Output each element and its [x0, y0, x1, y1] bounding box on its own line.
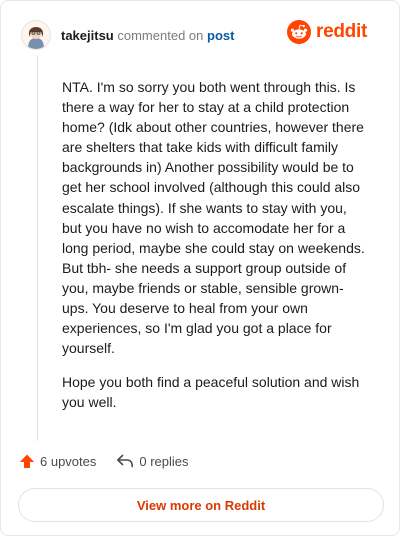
replies-count: 0 replies	[139, 453, 189, 469]
replies-button[interactable]: 0 replies	[116, 453, 189, 469]
comment-paragraph: NTA. I'm so sorry you both went through …	[62, 79, 365, 357]
upvote-button[interactable]: 6 upvotes	[19, 453, 96, 469]
comment-meta: takejitsu commented on post	[61, 28, 234, 43]
commented-on-text: commented on	[117, 27, 204, 43]
comment-header: takejitsu commented on post reddit	[21, 17, 383, 53]
comment-paragraph: Hope you both find a peaceful solution a…	[62, 374, 360, 411]
reddit-logo[interactable]: reddit	[287, 20, 367, 44]
upvote-arrow-icon	[20, 454, 34, 468]
upvote-count: 6 upvotes	[40, 453, 97, 469]
user-avatar[interactable]	[21, 20, 51, 50]
post-link[interactable]: post	[207, 28, 234, 43]
thread-line	[37, 55, 38, 441]
username[interactable]: takejitsu	[61, 28, 114, 43]
comment-body: NTA. I'm so sorry you both went through …	[62, 77, 367, 427]
avatar-icon	[22, 21, 50, 49]
reply-arrow-icon	[117, 454, 134, 468]
comment-embed-card: takejitsu commented on post reddit NTA. …	[0, 0, 400, 536]
reddit-wordmark: reddit	[316, 21, 367, 42]
comment-actions: 6 upvotes 0 replies	[19, 453, 189, 469]
view-more-button[interactable]: View more on Reddit	[18, 488, 384, 522]
reddit-snoo-icon	[287, 20, 312, 44]
